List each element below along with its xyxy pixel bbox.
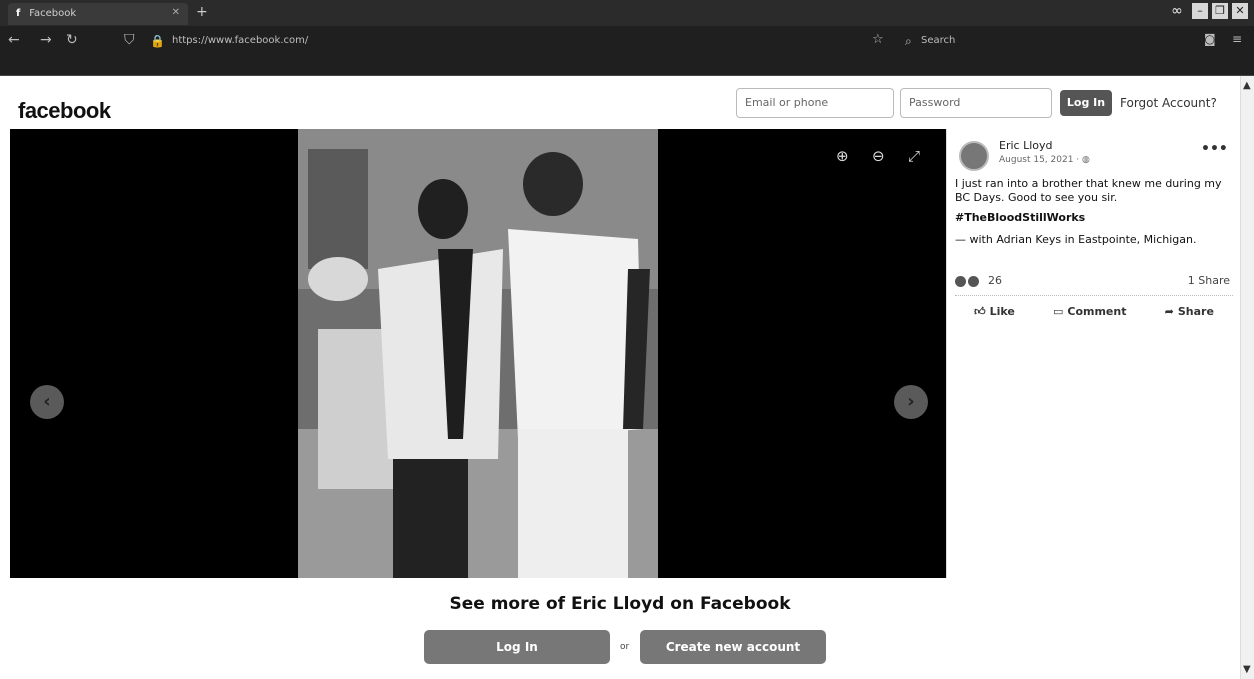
see-more-title: See more of Eric Lloyd on Facebook xyxy=(449,594,791,614)
close-tab-icon[interactable]: ✕ xyxy=(172,7,180,18)
photo-image xyxy=(298,129,658,578)
post-actions: 👍︎ Like ▭ Comment ➦ Share xyxy=(955,305,1233,318)
tracking-shield-icon[interactable]: ⛉ xyxy=(124,32,135,48)
browser-tab[interactable]: f Facebook ✕ xyxy=(8,3,188,25)
password-placeholder: Password xyxy=(909,96,961,109)
more-options-icon[interactable]: ••• xyxy=(1201,141,1228,157)
post-date[interactable]: August 15, 2021 · ◍ xyxy=(999,155,1090,165)
fullscreen-icon[interactable]: ⤢ xyxy=(908,147,920,165)
reload-icon[interactable]: ↻ xyxy=(66,32,78,48)
browser-tab-bar: f Facebook ✕ + ∞ – ❐ ✕ xyxy=(0,0,1254,26)
private-browsing-icon: ∞ xyxy=(1171,3,1183,19)
like-button[interactable]: 👍︎ Like xyxy=(974,305,1015,318)
reaction-summary[interactable]: 26 xyxy=(955,274,1002,287)
previous-photo-button[interactable]: ‹ xyxy=(30,385,64,419)
post-author[interactable]: Eric Lloyd xyxy=(999,139,1052,152)
restore-button[interactable]: ❐ xyxy=(1212,3,1228,19)
browser-search-field[interactable]: ⌕ Search xyxy=(905,31,1085,51)
facebook-logo[interactable]: facebook xyxy=(18,98,111,124)
facebook-favicon-icon: f xyxy=(16,8,21,19)
window-controls: ∞ – ❐ ✕ xyxy=(1166,3,1248,19)
header-login-button[interactable]: Log In xyxy=(1060,90,1112,116)
author-avatar[interactable] xyxy=(959,141,989,171)
zoom-in-icon[interactable]: ⊕ xyxy=(836,147,849,165)
forward-icon[interactable]: → xyxy=(40,32,52,48)
minimize-button[interactable]: – xyxy=(1192,3,1208,19)
forgot-account-link[interactable]: Forgot Account? xyxy=(1120,96,1217,110)
password-field[interactable]: Password xyxy=(900,88,1052,118)
comment-label: Comment xyxy=(1067,305,1127,318)
love-reaction-icon xyxy=(967,275,979,287)
page-scrollbar[interactable]: ▲ ▼ xyxy=(1240,76,1254,679)
menu-icon[interactable]: ≡ xyxy=(1232,32,1242,46)
share-button[interactable]: ➦ Share xyxy=(1165,305,1214,318)
globe-icon: ◍ xyxy=(1082,155,1090,165)
scroll-down-icon[interactable]: ▼ xyxy=(1243,664,1251,675)
new-tab-button[interactable]: + xyxy=(196,4,208,20)
post-date-text: August 15, 2021 · xyxy=(999,155,1083,165)
like-reaction-icon xyxy=(955,275,966,287)
post-tagged-with: — with Adrian Keys in Eastpointe, Michig… xyxy=(955,233,1197,246)
comment-button[interactable]: ▭ Comment xyxy=(1053,305,1127,318)
photo-viewer: ⊕ ⊖ ⤢ ‹ › xyxy=(10,129,946,578)
post-text: I just ran into a brother that knew me d… xyxy=(955,177,1222,204)
search-icon: ⌕ xyxy=(905,34,912,48)
browser-nav-bar: ← → ↻ ⛉ 🔒 https://www.facebook.com/ ☆ ⌕ … xyxy=(0,26,1254,76)
search-placeholder: Search xyxy=(921,35,956,46)
divider xyxy=(955,295,1233,296)
zoom-out-icon[interactable]: ⊖ xyxy=(872,147,885,165)
facebook-header: facebook Email or phone Password Log In … xyxy=(0,76,1240,129)
like-label: Like xyxy=(989,305,1015,318)
tab-title: Facebook xyxy=(29,8,77,19)
pocket-icon[interactable]: ◙ xyxy=(1204,32,1216,46)
post-hashtag[interactable]: #TheBloodStillWorks xyxy=(955,211,1085,224)
close-window-button[interactable]: ✕ xyxy=(1232,3,1248,19)
comment-icon: ▭ xyxy=(1052,305,1064,318)
lock-icon: 🔒 xyxy=(150,34,165,48)
bookmark-star-icon[interactable]: ☆ xyxy=(872,32,884,47)
create-account-button[interactable]: Create new account xyxy=(640,630,826,664)
bottom-login-button[interactable]: Log In xyxy=(424,630,610,664)
share-count[interactable]: 1 Share xyxy=(1188,274,1230,287)
email-field[interactable]: Email or phone xyxy=(736,88,894,118)
share-icon: ➦ xyxy=(1164,305,1174,318)
url-text: https://www.facebook.com/ xyxy=(172,35,309,46)
reaction-count: 26 xyxy=(988,274,1002,287)
post-panel: Eric Lloyd August 15, 2021 · ◍ ••• I jus… xyxy=(946,129,1240,578)
scroll-up-icon[interactable]: ▲ xyxy=(1243,80,1251,91)
next-photo-button[interactable]: › xyxy=(894,385,928,419)
share-label: Share xyxy=(1177,305,1214,318)
back-icon[interactable]: ← xyxy=(8,32,20,48)
post-photo[interactable] xyxy=(298,129,658,578)
or-separator: or xyxy=(620,642,630,652)
thumbs-up-icon: 👍︎ xyxy=(974,305,986,318)
address-bar[interactable]: 🔒 https://www.facebook.com/ xyxy=(150,31,870,51)
email-placeholder: Email or phone xyxy=(745,96,829,109)
